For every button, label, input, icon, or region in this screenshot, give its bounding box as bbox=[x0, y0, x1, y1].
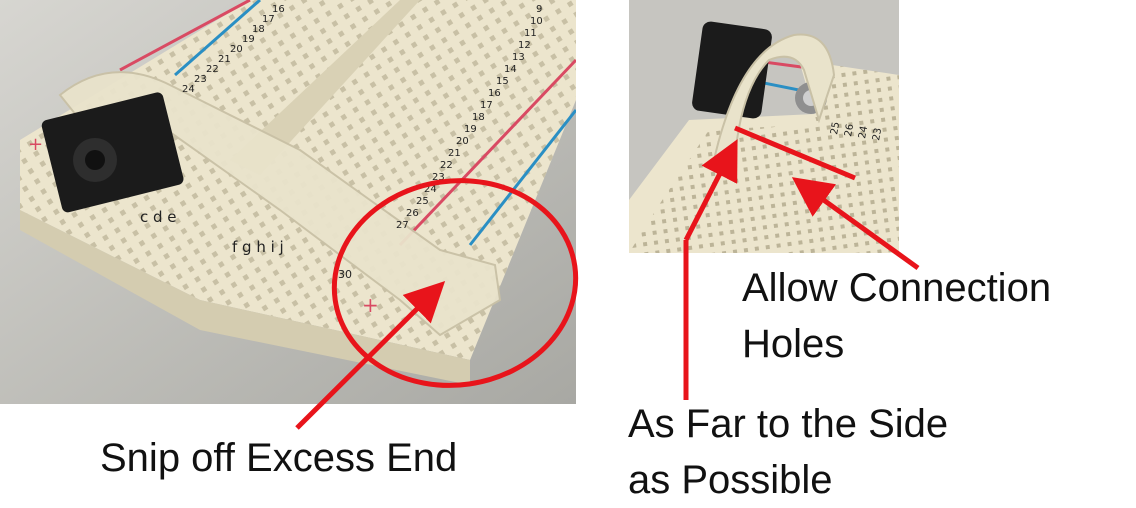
row-number: 24 bbox=[424, 184, 437, 195]
row-number: 17 bbox=[480, 100, 493, 111]
row-number: 21 bbox=[448, 148, 461, 159]
row-number: 21 bbox=[218, 54, 231, 65]
row-number: 26 bbox=[406, 208, 419, 219]
allow-holes-caption-line2: Holes bbox=[742, 322, 845, 366]
allow-holes-caption-line1: Allow Connection bbox=[742, 266, 1052, 310]
row-number: 23 bbox=[432, 172, 445, 183]
row-number: 25 bbox=[416, 196, 429, 207]
allow-holes-caption: Allow Connection Holes bbox=[742, 260, 1051, 372]
row-number: 10 bbox=[530, 16, 543, 27]
row-number: 9 bbox=[536, 4, 542, 15]
row-number: 20 bbox=[456, 136, 469, 147]
right-breadboard-photo: 25 26 24 23 bbox=[629, 0, 899, 253]
row-number: 15 bbox=[496, 76, 509, 87]
far-side-caption-line1: As Far to the Side bbox=[628, 402, 949, 446]
row-number: 26 bbox=[843, 123, 856, 137]
plus-sign: + bbox=[362, 293, 379, 317]
far-side-caption: As Far to the Side as Possible bbox=[628, 396, 948, 508]
row-number: 20 bbox=[230, 44, 243, 55]
column-letters-bottom: f g h i j bbox=[232, 238, 284, 256]
row-number: 11 bbox=[524, 28, 537, 39]
snip-caption: Snip off Excess End bbox=[100, 436, 458, 480]
row-number: 23 bbox=[194, 74, 207, 85]
row-number: 13 bbox=[512, 52, 525, 63]
row-number: 12 bbox=[518, 40, 531, 51]
plus-sign: + bbox=[28, 134, 43, 155]
row-number: 22 bbox=[440, 160, 453, 171]
row-number: 16 bbox=[488, 88, 501, 99]
row-number: 25 bbox=[829, 121, 842, 135]
column-letters-top: c d e bbox=[140, 208, 177, 226]
row-number: 14 bbox=[504, 64, 517, 75]
row-number: 19 bbox=[464, 124, 477, 135]
row-number: 30 bbox=[338, 268, 352, 281]
row-number: 24 bbox=[182, 84, 195, 95]
row-number: 27 bbox=[396, 220, 409, 231]
left-breadboard-photo: 16 17 18 19 20 21 22 23 24 9 10 11 12 13… bbox=[0, 0, 576, 404]
row-number: 19 bbox=[242, 34, 255, 45]
row-number: 18 bbox=[472, 112, 485, 123]
row-number: 24 bbox=[857, 125, 870, 139]
row-number: 22 bbox=[206, 64, 219, 75]
row-number: 23 bbox=[871, 127, 884, 141]
